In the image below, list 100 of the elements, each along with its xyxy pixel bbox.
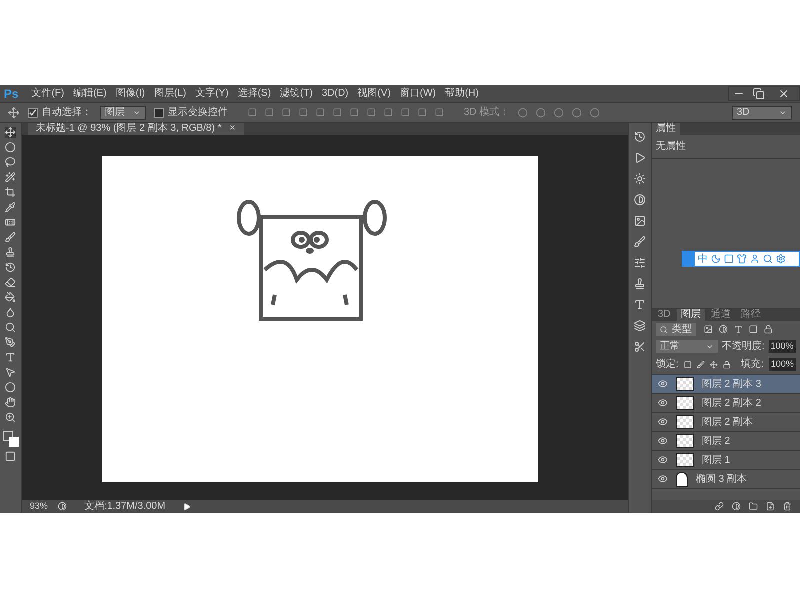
filter-icon[interactable] <box>749 325 758 334</box>
ellipse-icon[interactable] <box>5 382 16 393</box>
layer-row[interactable]: 图层 2 <box>652 432 800 451</box>
eye-icon[interactable] <box>658 455 668 465</box>
menu-item[interactable]: 文件(F) <box>32 86 64 101</box>
folder-icon[interactable] <box>749 502 758 511</box>
blend-mode-dropdown[interactable]: 正常 <box>656 340 718 353</box>
ellipse-select-icon[interactable] <box>5 142 16 153</box>
eye-icon[interactable] <box>658 417 668 427</box>
layer-row[interactable]: 图层 1 <box>652 451 800 470</box>
menu-item[interactable]: 3D(D) <box>322 86 349 101</box>
brushes-icon[interactable] <box>634 236 646 248</box>
layer-thumbnail <box>676 396 694 410</box>
play-icon[interactable] <box>634 152 646 164</box>
adjustment-icon[interactable] <box>732 502 741 511</box>
panel-tab[interactable]: 3D <box>654 309 675 321</box>
image-icon[interactable] <box>634 215 646 227</box>
document-tab[interactable]: 未标题-1 @ 93% (图层 2 副本 3, RGB/8) * × <box>28 123 244 135</box>
stamp-icon[interactable] <box>5 247 16 258</box>
color-swatches-icon[interactable] <box>2 431 18 447</box>
type-icon[interactable] <box>5 352 16 363</box>
menu-item[interactable]: 窗口(W) <box>400 86 436 101</box>
eye-icon[interactable] <box>658 436 668 446</box>
menu-item[interactable]: 选择(S) <box>238 86 272 101</box>
tab-close-icon[interactable]: × <box>230 123 236 135</box>
brush-icon[interactable] <box>5 232 16 243</box>
pointer-icon[interactable] <box>5 367 16 378</box>
eye-icon[interactable] <box>658 398 668 408</box>
lock-label: 锁定: <box>656 358 679 372</box>
user-icon[interactable] <box>750 254 760 264</box>
move-tool-icon[interactable] <box>8 106 20 118</box>
checkbox[interactable] <box>28 108 38 118</box>
properties-message: 无属性 <box>652 135 800 159</box>
history-icon[interactable] <box>634 131 646 143</box>
properties-tab[interactable]: 属性 <box>652 123 680 135</box>
fill-field[interactable]: 100% <box>768 358 796 372</box>
opacity-field[interactable]: 100% <box>768 340 796 354</box>
lock-icon[interactable] <box>722 360 731 368</box>
ime-toolbar[interactable]: 中 <box>682 251 800 267</box>
menu-item[interactable]: 图层(L) <box>154 86 186 101</box>
auto-select-label: 自动选择： <box>42 106 92 120</box>
eyedropper-icon[interactable] <box>5 202 16 213</box>
bandage-icon[interactable] <box>5 217 16 228</box>
new-layer-icon[interactable] <box>766 502 775 511</box>
filter-icon[interactable] <box>704 325 713 334</box>
status-icon[interactable] <box>58 502 67 511</box>
layer-row[interactable]: 图层 2 副本 <box>652 413 800 432</box>
crop-icon[interactable] <box>5 187 16 198</box>
layer-row[interactable]: 椭圆 3 副本 <box>652 470 800 489</box>
quick-mask-icon[interactable] <box>5 451 16 462</box>
shape-thumbnail <box>676 472 688 486</box>
magnifier-icon[interactable] <box>5 322 16 333</box>
layer-row[interactable]: 图层 2 副本 3 <box>652 375 800 394</box>
layer-row[interactable]: 图层 2 副本 2 <box>652 394 800 413</box>
move-icon[interactable] <box>710 360 718 368</box>
pen-icon[interactable] <box>5 337 16 348</box>
bucket-icon[interactable] <box>5 292 16 303</box>
ime-logo-icon <box>683 252 695 266</box>
character-icon[interactable] <box>634 299 646 311</box>
sliders-icon[interactable] <box>634 257 646 269</box>
lasso-icon[interactable] <box>5 157 16 168</box>
layer-name: 图层 2 <box>702 434 730 448</box>
checkbox[interactable] <box>154 108 164 118</box>
zoom-icon[interactable] <box>5 412 16 423</box>
auto-select-dropdown[interactable]: 图层 <box>100 106 146 120</box>
scissors-icon[interactable] <box>634 341 646 353</box>
link-icon[interactable] <box>715 502 724 511</box>
panel-tab[interactable]: 路径 <box>736 309 765 321</box>
settings-icon[interactable] <box>776 254 786 264</box>
stamp-icon[interactable] <box>634 278 646 290</box>
shirt-icon[interactable] <box>737 254 747 264</box>
search-icon[interactable] <box>763 254 773 264</box>
history-brush-icon[interactable] <box>5 262 16 273</box>
contrast-icon[interactable] <box>634 194 646 206</box>
panel-tab[interactable]: 通道 <box>706 309 735 321</box>
ime-mode-label: 中 <box>698 252 708 266</box>
menu-item[interactable]: 编辑(E) <box>73 86 107 101</box>
workspace-dropdown[interactable]: 3D <box>732 106 792 120</box>
eye-icon[interactable] <box>658 474 668 484</box>
sun-icon[interactable] <box>634 173 646 185</box>
hand-icon[interactable] <box>5 397 16 408</box>
expand-icon[interactable] <box>183 502 191 510</box>
wand-icon[interactable] <box>5 172 16 183</box>
filter-icon[interactable] <box>734 325 743 334</box>
filter-icon[interactable] <box>764 325 773 334</box>
moon-icon[interactable] <box>711 254 721 264</box>
panel-tab[interactable]: 图层 <box>676 309 705 321</box>
move-tool-icon[interactable] <box>5 127 16 138</box>
droplet-icon[interactable] <box>5 307 16 318</box>
filter-dropdown[interactable]: 类型 <box>656 323 696 336</box>
eye-icon[interactable] <box>658 379 668 389</box>
menu-item[interactable]: 帮助(H) <box>445 86 479 101</box>
menu-item[interactable]: 图像(I) <box>116 86 146 101</box>
menu-item[interactable]: 文字(Y) <box>196 86 229 101</box>
menu-item[interactable]: 滤镜(T) <box>280 86 313 101</box>
menu-item[interactable]: 视图(V) <box>358 86 391 101</box>
brush-icon[interactable] <box>696 360 705 368</box>
filter-icon[interactable] <box>719 325 728 334</box>
trash-icon[interactable] <box>783 502 792 511</box>
eraser-icon[interactable] <box>5 277 16 288</box>
